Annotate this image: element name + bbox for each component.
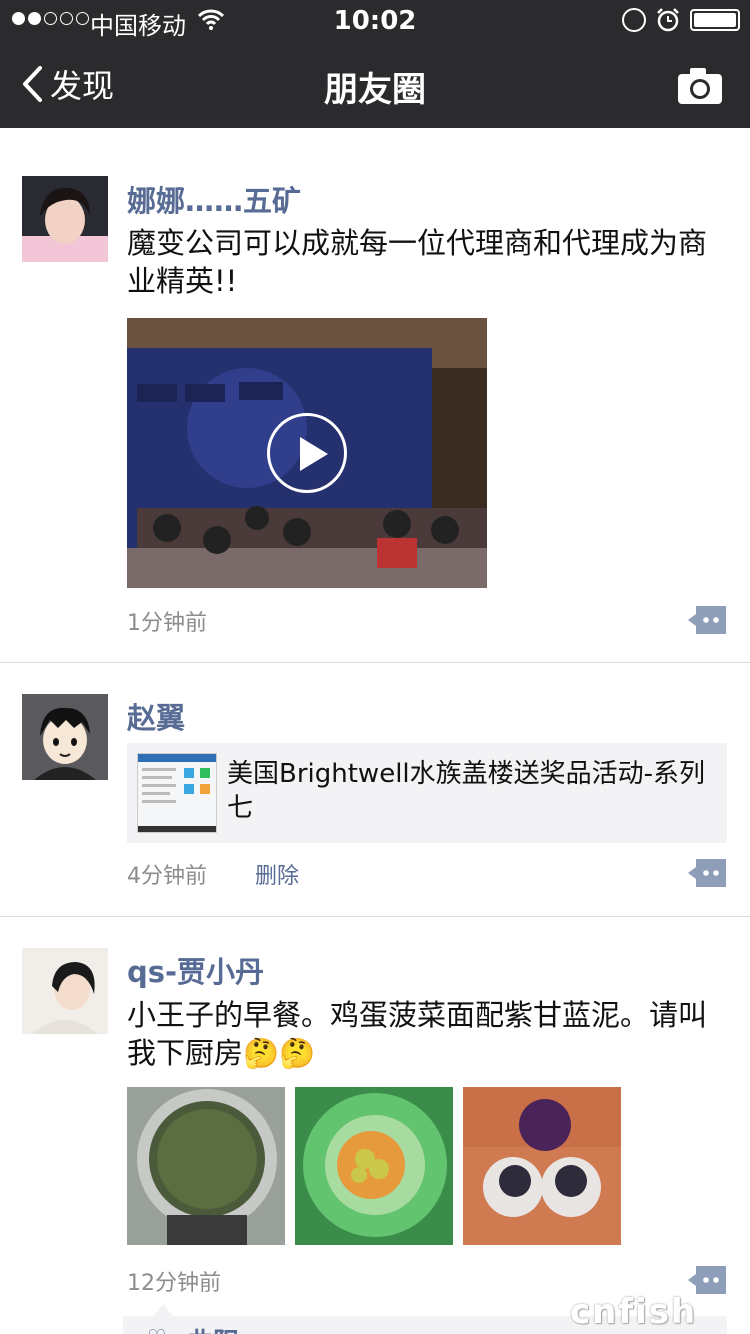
video-thumbnail[interactable] (127, 318, 487, 588)
post-time: 1分钟前 (127, 611, 207, 636)
comment-icon[interactable] (688, 606, 726, 634)
post-text: 小王子的早餐。鸡蛋菠菜面配紫甘蓝泥。请叫我下厨房🤔🤔 (127, 998, 708, 1070)
photo-thumbnail[interactable] (127, 1087, 285, 1245)
photo-thumbnail[interactable] (463, 1087, 621, 1245)
shared-link-card[interactable]: 美国Brightwell水族盖楼送奖品活动-系列七 (127, 743, 727, 843)
heart-icon: ♡ (147, 1326, 167, 1334)
post-text: 魔变公司可以成就每一位代理商和代理成为商业精英!! (127, 226, 708, 298)
alarm-icon (657, 8, 679, 32)
photo-image (127, 1087, 285, 1245)
photo-image (463, 1087, 621, 1245)
shared-thumbnail-image (138, 754, 216, 832)
comment-icon[interactable] (688, 859, 726, 887)
poster-name[interactable]: qs-贾小丹 (127, 949, 264, 991)
page-title: 朋友圈 (324, 70, 426, 110)
watermark-text: cnfish (570, 1292, 698, 1332)
avatar[interactable] (22, 176, 108, 262)
avatar[interactable] (22, 694, 108, 780)
avatar-image (22, 694, 108, 780)
status-bar: 中国移动 10:02 (0, 0, 750, 40)
feed-post: 娜娜……五矿 魔变公司可以成就每一位代理商和代理成为商业精英!! 1分钟前 (0, 128, 750, 663)
photo-image (295, 1087, 453, 1245)
poster-name[interactable]: 赵翼 (127, 695, 185, 737)
shared-link-thumbnail (137, 753, 217, 833)
top-bar: 中国移动 10:02 发现 朋友圈 (0, 0, 750, 128)
avatar[interactable] (22, 948, 108, 1034)
shared-link-title: 美国Brightwell水族盖楼送奖品活动-系列七 (227, 759, 706, 823)
battery-icon (690, 9, 740, 31)
feed-post: qs-贾小丹 小王子的早餐。鸡蛋菠菜面配紫甘蓝泥。请叫我下厨房🤔🤔 12分钟前 (0, 917, 750, 1334)
moments-feed: 娜娜……五矿 魔变公司可以成就每一位代理商和代理成为商业精英!! 1分钟前 赵翼… (0, 128, 750, 1334)
rotation-lock-icon (622, 8, 646, 32)
play-button[interactable] (267, 413, 347, 493)
post-time: 4分钟前 (127, 864, 207, 889)
camera-icon[interactable] (676, 66, 724, 106)
comment-icon[interactable] (688, 1266, 726, 1294)
post-time: 12分钟前 (127, 1271, 221, 1296)
avatar-image (22, 948, 108, 1034)
avatar-image (22, 176, 108, 262)
feed-post: 赵翼 美国Brightwell水族盖楼送奖品活动-系列七 4分钟前 删除 (0, 663, 750, 917)
delete-button[interactable]: 删除 (255, 858, 299, 890)
battery-level (694, 13, 736, 27)
liker-name[interactable]: 曲阳 (187, 1322, 239, 1334)
poster-name[interactable]: 娜娜……五矿 (127, 178, 301, 220)
photo-thumbnail[interactable] (295, 1087, 453, 1245)
